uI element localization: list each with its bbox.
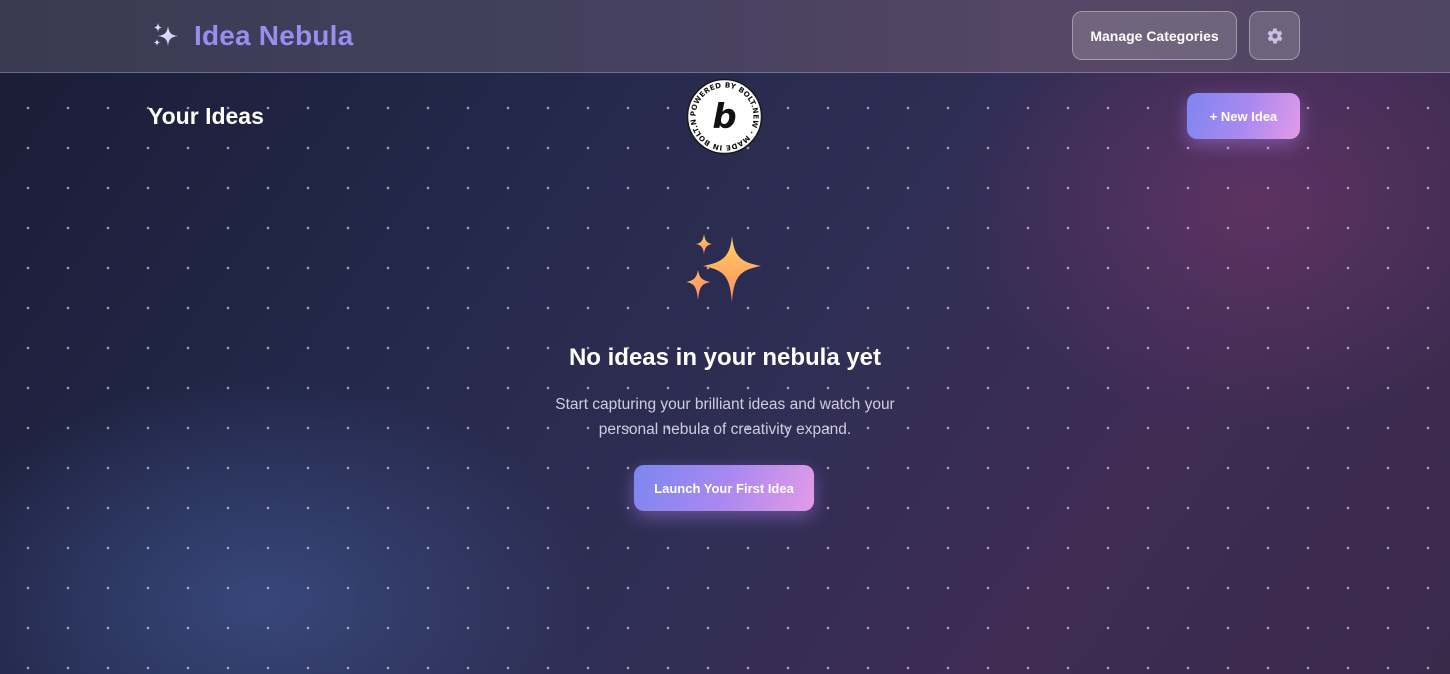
gear-icon bbox=[1267, 27, 1282, 44]
manage-categories-button[interactable]: Manage Categories bbox=[1072, 11, 1237, 60]
settings-button[interactable] bbox=[1249, 11, 1300, 60]
sparkles-icon bbox=[686, 234, 761, 302]
star-field-background bbox=[0, 73, 1450, 674]
new-idea-button[interactable]: + New Idea bbox=[1187, 93, 1300, 139]
bolt-badge[interactable]: POWERED BY BOLT.NEW · MADE IN BOLT.NEW ·… bbox=[686, 78, 763, 155]
sparkles-icon bbox=[153, 23, 178, 46]
brand[interactable]: Idea Nebula bbox=[150, 18, 353, 54]
empty-state-description: Start capturing your brilliant ideas and… bbox=[555, 396, 895, 438]
launch-first-idea-button[interactable]: Launch Your First Idea bbox=[634, 465, 814, 511]
app-title: Idea Nebula bbox=[194, 20, 354, 51]
top-bar: Idea Nebula Manage Categories bbox=[0, 0, 1450, 73]
empty-state-title: No ideas in your nebula yet bbox=[568, 344, 882, 371]
badge-letter: b bbox=[712, 97, 736, 137]
section-title: Your Ideas bbox=[148, 103, 264, 129]
